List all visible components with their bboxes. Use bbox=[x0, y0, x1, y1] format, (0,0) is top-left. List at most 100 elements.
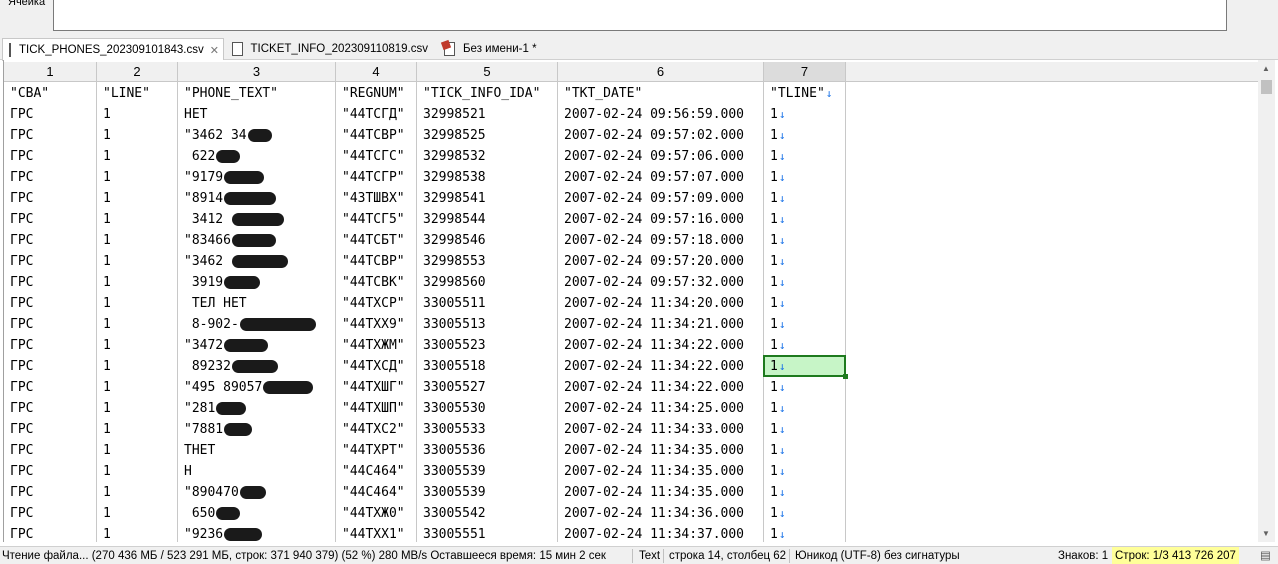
cell-col-1[interactable]: ГРС bbox=[4, 314, 97, 335]
cell-col-2[interactable]: "LINE" bbox=[97, 83, 178, 104]
table-row[interactable]: ГРС 1 650 "44ТХЖ0" 33005542 2007-02-24 11:34… bbox=[4, 503, 1258, 524]
cell-col-2[interactable]: 1 bbox=[97, 125, 178, 146]
cell-col-4[interactable]: "44ТСВК" bbox=[336, 272, 417, 293]
cell-col-3[interactable]: Н bbox=[178, 461, 336, 482]
cell-col-5[interactable]: 33005539 bbox=[417, 482, 558, 503]
cell-col-6[interactable]: 2007-02-24 11:34:37.000 bbox=[558, 524, 764, 542]
cell-col-2[interactable]: 1 bbox=[97, 188, 178, 209]
cell-col-7[interactable]: 1↓ bbox=[764, 314, 846, 335]
cell-col-6[interactable]: 2007-02-24 11:34:21.000 bbox=[558, 314, 764, 335]
cell-col-3[interactable]: 8-902- bbox=[178, 314, 336, 335]
cell-col-2[interactable]: 1 bbox=[97, 209, 178, 230]
tab-ticket-info[interactable]: TICKET_INFO_202309110819.csv bbox=[226, 38, 434, 60]
cell-col-6[interactable]: 2007-02-24 11:34:20.000 bbox=[558, 293, 764, 314]
cell-col-1[interactable]: ГРС bbox=[4, 398, 97, 419]
cell-col-1[interactable]: ГРС bbox=[4, 482, 97, 503]
column-header-3[interactable]: 3 bbox=[178, 62, 336, 82]
cell-col-5[interactable]: 33005518 bbox=[417, 356, 558, 377]
column-header-7[interactable]: 7 bbox=[764, 62, 846, 82]
cell-col-6[interactable]: 2007-02-24 09:57:07.000 bbox=[558, 167, 764, 188]
cell-col-5[interactable]: 33005539 bbox=[417, 461, 558, 482]
cell-col-6[interactable]: 2007-02-24 09:57:06.000 bbox=[558, 146, 764, 167]
cell-col-4[interactable]: "44ТХХ1" bbox=[336, 524, 417, 542]
cell-col-4[interactable]: "44С464" bbox=[336, 461, 417, 482]
table-row[interactable]: ГРС 1 3919 "44ТСВК" 32998560 2007-02-24 09:5… bbox=[4, 272, 1258, 293]
cell-col-4[interactable]: "44ТСВР" bbox=[336, 125, 417, 146]
column-header-2[interactable]: 2 bbox=[97, 62, 178, 82]
cell-col-7[interactable]: 1↓ bbox=[764, 293, 846, 314]
cell-col-1[interactable]: ГРС bbox=[4, 188, 97, 209]
cell-col-6[interactable]: 2007-02-24 09:57:20.000 bbox=[558, 251, 764, 272]
cell-col-2[interactable]: 1 bbox=[97, 146, 178, 167]
cell-col-1[interactable]: ГРС bbox=[4, 272, 97, 293]
cell-col-7[interactable]: 1↓ bbox=[764, 461, 846, 482]
table-row[interactable]: ГРС 1 "890470 "44С464" 33005539 2007-02-24 11… bbox=[4, 482, 1258, 503]
cell-col-1[interactable]: ГРС bbox=[4, 335, 97, 356]
cell-col-7[interactable]: 1↓ bbox=[764, 167, 846, 188]
cell-col-4[interactable]: "44ТСБТ" bbox=[336, 230, 417, 251]
status-menu-icon[interactable]: ▤ bbox=[1260, 547, 1271, 564]
cell-col-5[interactable]: 33005536 bbox=[417, 440, 558, 461]
cell-col-2[interactable]: 1 bbox=[97, 356, 178, 377]
cell-col-2[interactable]: 1 bbox=[97, 230, 178, 251]
cell-col-1[interactable]: ГРС bbox=[4, 251, 97, 272]
cell-col-5[interactable]: 32998560 bbox=[417, 272, 558, 293]
table-row[interactable]: ГРС 1 3412 "44ТСГ5" 32998544 2007-02-24 09:… bbox=[4, 209, 1258, 230]
cell-col-7[interactable]: 1↓ bbox=[764, 188, 846, 209]
cell-col-2[interactable]: 1 bbox=[97, 524, 178, 542]
cell-col-7[interactable]: 1↓ bbox=[764, 377, 846, 398]
cell-col-3[interactable]: "495 89057 bbox=[178, 377, 336, 398]
table-row[interactable]: ГРС 1 Н "44С464" 33005539 2007-02-24 11:34:35… bbox=[4, 461, 1258, 482]
cell-col-4[interactable]: "44ТХХ9" bbox=[336, 314, 417, 335]
table-row[interactable]: ГРС 1 ТЕЛ НЕТ "44ТХСР" 33005511 2007-02-24 1… bbox=[4, 293, 1258, 314]
table-row[interactable]: ГРС 1 622 "44ТСГС" 32998532 2007-02-24 09:57… bbox=[4, 146, 1258, 167]
cell-col-6[interactable]: 2007-02-24 11:34:22.000 bbox=[558, 356, 764, 377]
cell-col-5[interactable]: 32998521 bbox=[417, 104, 558, 125]
close-icon[interactable]: ✕ bbox=[210, 44, 219, 57]
cell-col-1[interactable]: ГРС bbox=[4, 503, 97, 524]
vertical-scrollbar[interactable]: ▲ ▼ bbox=[1258, 60, 1275, 542]
cell-col-6[interactable]: 2007-02-24 09:57:02.000 bbox=[558, 125, 764, 146]
cell-col-3[interactable]: "3462 34 bbox=[178, 125, 336, 146]
cell-col-4[interactable]: "44ТСГ5" bbox=[336, 209, 417, 230]
cell-input-field[interactable] bbox=[53, 0, 1227, 31]
cell-col-3[interactable]: "3462 bbox=[178, 251, 336, 272]
cell-col-3[interactable]: 622 bbox=[178, 146, 336, 167]
cell-col-6[interactable]: 2007-02-24 11:34:25.000 bbox=[558, 398, 764, 419]
cell-col-6[interactable]: 2007-02-24 11:34:22.000 bbox=[558, 335, 764, 356]
table-row[interactable]: ГРС 1 "281 "44ТХШП" 33005530 2007-02-24 11:34… bbox=[4, 398, 1258, 419]
cell-col-4[interactable]: "44ТХЖМ" bbox=[336, 335, 417, 356]
cell-col-1[interactable]: ГРС bbox=[4, 125, 97, 146]
cell-col-5[interactable]: 33005533 bbox=[417, 419, 558, 440]
cell-col-5[interactable]: 32998532 bbox=[417, 146, 558, 167]
cell-col-2[interactable]: 1 bbox=[97, 440, 178, 461]
cell-col-5[interactable]: 32998541 bbox=[417, 188, 558, 209]
cell-col-3[interactable]: 89232 bbox=[178, 356, 336, 377]
cell-col-3[interactable]: "281 bbox=[178, 398, 336, 419]
table-row[interactable]: ГРС 1 ТНЕТ "44ТХРТ" 33005536 2007-02-24 11:34… bbox=[4, 440, 1258, 461]
cell-col-7[interactable]: 1↓ bbox=[764, 104, 846, 125]
table-row[interactable]: ГРС 1 "83466 "44ТСБТ" 32998546 2007-02-24 09:… bbox=[4, 230, 1258, 251]
tab-untitled[interactable]: Без имени-1 * bbox=[438, 38, 558, 60]
cell-col-6[interactable]: 2007-02-24 09:56:59.000 bbox=[558, 104, 764, 125]
cell-col-5[interactable]: 32998525 bbox=[417, 125, 558, 146]
data-grid[interactable]: 1 2 3 4 5 6 7 "CBA" "LINE" "PHONE_TEXT" "REGNUM" "T… bbox=[3, 60, 1258, 542]
scroll-thumb[interactable] bbox=[1261, 80, 1272, 94]
cell-col-3[interactable]: 650 bbox=[178, 503, 336, 524]
table-row[interactable]: ГРС 1 "8914 "43ТШВХ" 32998541 2007-02-24 09:5… bbox=[4, 188, 1258, 209]
cell-col-6[interactable]: 2007-02-24 09:57:09.000 bbox=[558, 188, 764, 209]
cell-col-7[interactable]: "TLINE"↓ bbox=[764, 83, 846, 104]
cell-col-4[interactable]: "44ТХС2" bbox=[336, 419, 417, 440]
cell-col-1[interactable]: ГРС bbox=[4, 356, 97, 377]
cell-col-3[interactable]: "8914 bbox=[178, 188, 336, 209]
cell-col-5[interactable]: 32998546 bbox=[417, 230, 558, 251]
cell-col-2[interactable]: 1 bbox=[97, 398, 178, 419]
table-row[interactable]: ГРС 1 "3462 34 "44ТСВР" 32998525 2007-02-24 0… bbox=[4, 125, 1258, 146]
cell-col-7[interactable]: 1↓ bbox=[764, 524, 846, 542]
cell-col-2[interactable]: 1 bbox=[97, 335, 178, 356]
cell-col-7[interactable]: 1↓ bbox=[764, 335, 846, 356]
cell-col-2[interactable]: 1 bbox=[97, 104, 178, 125]
column-header-4[interactable]: 4 bbox=[336, 62, 417, 82]
cell-col-4[interactable]: "REGNUM" bbox=[336, 83, 417, 104]
cell-col-1[interactable]: ГРС bbox=[4, 461, 97, 482]
